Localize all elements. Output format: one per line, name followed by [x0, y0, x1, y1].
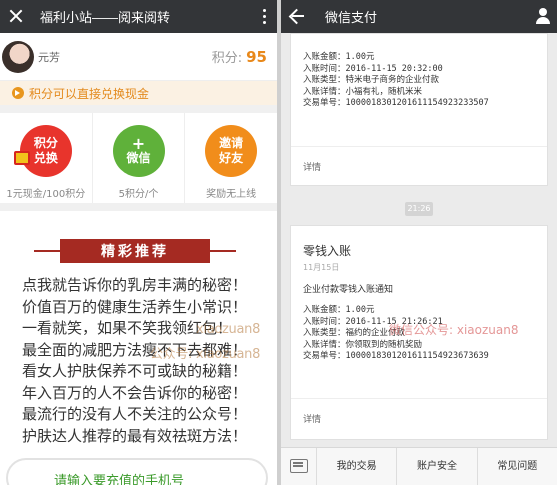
exchange-rate-text: 1元现金/100积分	[6, 189, 86, 200]
exchange-points-button[interactable]: 积分 兑换	[13, 125, 72, 177]
add-wechat-action[interactable]: + 微信 5积分/个	[93, 113, 186, 203]
add-wechat-button[interactable]: + 微信	[112, 125, 165, 177]
recommend-link[interactable]: 年入百万的人不会告诉你的秘密！	[22, 383, 277, 405]
recommend-link[interactable]: 护肤达人推荐的最有效祛斑方法！	[22, 426, 277, 448]
detail-link[interactable]: 详情	[303, 160, 321, 173]
gift-icon	[13, 151, 30, 165]
exchange-label-1: 积分	[33, 136, 58, 150]
right-top-bar: 微信支付	[281, 0, 557, 33]
detail-row: 交易单号：1000018301201611154923233507	[303, 98, 489, 108]
keyboard-icon[interactable]	[281, 447, 317, 485]
bottom-menu-bar: 我的交易 账户安全 常见问题	[281, 447, 557, 485]
more-options-icon[interactable]	[251, 0, 277, 33]
detail-row: 入账详情：你领取到的随机奖励	[303, 339, 423, 350]
profile-icon[interactable]	[531, 0, 557, 33]
action-row: 积分 兑换 1元现金/100积分 + 微信 5积分/个 邀请 好友 奖励无上线	[0, 113, 277, 203]
right-screen: 微信支付 入账金额：1.00元 入账时间：2016-11-15 20:32:00…	[281, 0, 557, 485]
card-date: 11月15日	[303, 263, 340, 272]
detail-row: 入账时间：2016-11-15 20:32:00	[303, 63, 443, 74]
section-gap	[0, 105, 277, 113]
exchange-points-action[interactable]: 积分 兑换 1元现金/100积分	[0, 113, 93, 203]
recommend-link[interactable]: 看女人护肤保养不可或缺的秘籍！	[22, 361, 277, 383]
watermark: xiaozuan8	[196, 322, 261, 337]
timestamp: 21:26	[405, 202, 433, 216]
invite-label-1: 邀请	[219, 136, 244, 150]
invite-reward-text: 奖励无上线	[206, 189, 257, 200]
points-value: 95	[246, 47, 267, 66]
wechat-pay-title: 微信支付	[325, 10, 378, 25]
wechat-label: 微信	[126, 150, 151, 165]
left-screen: 福利小站——阅来阅转 元芳 积分: 95 积分可以直接兑换现金 积分 兑换 1元现…	[0, 0, 277, 485]
points-label: 积分:	[211, 51, 243, 66]
user-name: 元芳	[38, 50, 60, 64]
detail-row: 入账详情：小福有礼，随机米米	[303, 86, 423, 97]
recommend-link[interactable]: 价值百万的健康生活养生小常识！	[22, 297, 277, 319]
recommend-link[interactable]: 点我就告诉你的乳房丰满的秘密！	[22, 275, 277, 297]
menu-my-transactions[interactable]: 我的交易	[317, 447, 398, 485]
page-title: 福利小站——阅来阅转	[40, 10, 171, 25]
recommend-section: 精彩推荐 点我就告诉你的乳房丰满的秘密！ 价值百万的健康生活养生小常识！ 一看就…	[0, 211, 277, 485]
invite-friends-action[interactable]: 邀请 好友 奖励无上线	[185, 113, 277, 203]
detail-row: 交易单号：1000018301201611154923673639	[303, 351, 489, 361]
speaker-icon	[12, 87, 24, 99]
payment-details-1: 入账金额：1.00元 入账时间：2016-11-15 20:32:00 入账类型…	[303, 52, 489, 110]
left-top-bar: 福利小站——阅来阅转	[0, 0, 277, 33]
detail-row: 入账金额：1.00元	[303, 305, 375, 315]
watermark: 公众号: xiaozuan8	[150, 347, 261, 362]
notice-text: 积分可以直接兑换现金	[29, 86, 150, 101]
notice-bar: 积分可以直接兑换现金	[0, 81, 277, 105]
payment-card-1[interactable]: 入账金额：1.00元 入账时间：2016-11-15 20:32:00 入账类型…	[290, 33, 548, 186]
back-arrow-icon[interactable]	[281, 0, 311, 33]
card-subtitle: 企业付款零钱入账通知	[303, 285, 394, 295]
menu-account-security[interactable]: 账户安全	[397, 447, 478, 485]
close-icon[interactable]	[0, 0, 34, 33]
recommend-link[interactable]: 最流行的没有人不关注的公众号！	[22, 404, 277, 426]
detail-row: 入账类型：特米电子商务的企业付款	[303, 75, 440, 85]
menu-faq[interactable]: 常见问题	[478, 448, 557, 485]
divider	[291, 146, 547, 147]
detail-row: 入账金额：1.00元	[303, 52, 375, 62]
plus-icon: +	[131, 133, 146, 153]
avatar[interactable]	[2, 40, 34, 73]
user-info-bar: 元芳 积分: 95	[0, 33, 277, 81]
section-gap	[0, 203, 277, 211]
recommend-banner: 精彩推荐	[34, 239, 236, 263]
invite-label-2: 好友	[219, 151, 244, 165]
wechat-reward-text: 5积分/个	[118, 189, 159, 200]
watermark: 微信公众号: xiaozuan8	[389, 323, 519, 337]
divider	[291, 398, 547, 399]
detail-link[interactable]: 详情	[303, 412, 321, 425]
exchange-label-2: 兑换	[33, 151, 58, 165]
phone-number-input[interactable]: 请输入要充值的手机号	[6, 458, 268, 485]
card-title: 零钱入账	[303, 244, 352, 258]
invite-friends-button[interactable]: 邀请 好友	[205, 125, 258, 177]
